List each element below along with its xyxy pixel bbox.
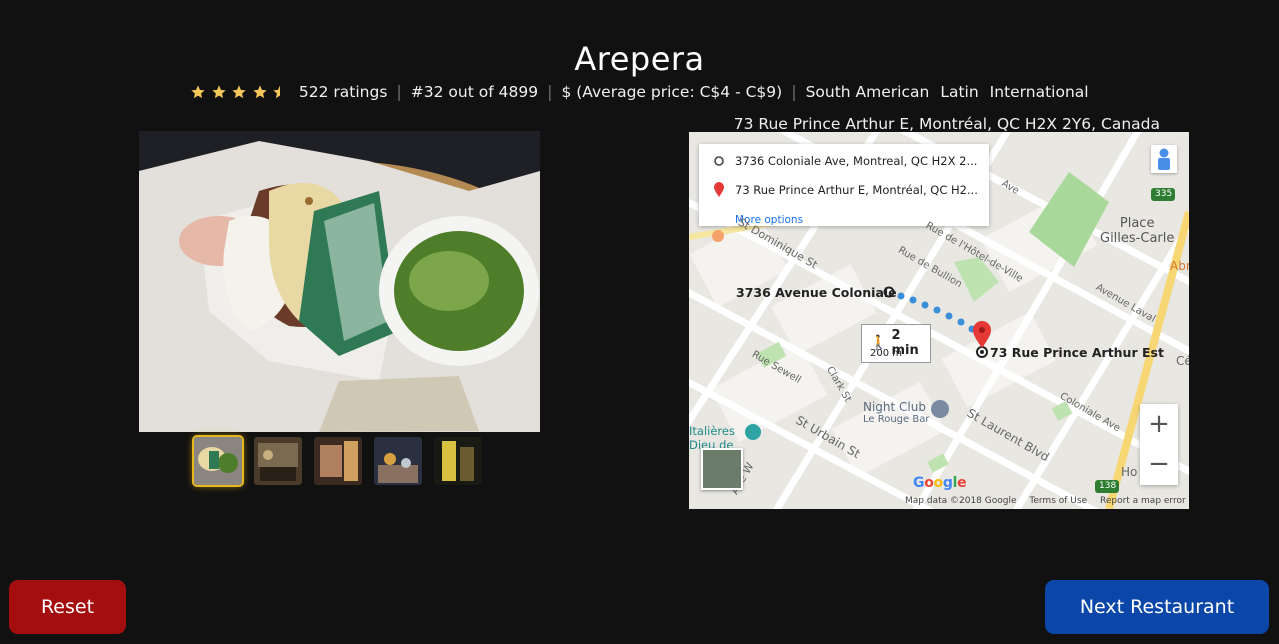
map-footer: Map data ©2018 Google Terms of Use Repor… — [905, 496, 1186, 506]
food-photo-image — [139, 131, 540, 432]
poi-label: Le Rouge Bar — [863, 414, 930, 425]
destination-field[interactable]: 73 Rue Prince Arthur E, Montréal, QC H2.… — [735, 183, 978, 197]
restaurant-address: 73 Rue Prince Arthur E, Montréal, QC H2X… — [733, 115, 1160, 133]
zoom-in-button[interactable]: + — [1140, 404, 1178, 444]
restaurant-rank: #32 out of 4899 — [410, 82, 539, 101]
route-shield: 335 — [1155, 189, 1173, 199]
poi-label: Night Club — [863, 400, 926, 414]
walk-distance: 200 m — [870, 348, 903, 359]
price-range: $ (Average price: C$4 - C$9) — [561, 82, 783, 101]
thumbnail-1[interactable] — [192, 435, 244, 487]
route-shield: 138 — [1099, 481, 1117, 491]
satellite-toggle[interactable] — [701, 448, 743, 490]
directions-map[interactable]: 3736 Coloniale Ave, Montreal, QC H2X 2..… — [689, 132, 1189, 509]
origin-circle-icon — [714, 156, 724, 166]
cuisine-tag: South American — [805, 82, 930, 101]
reset-button[interactable]: Reset — [9, 580, 126, 634]
place-label: Ho — [1121, 465, 1138, 479]
street-view-pegman-icon[interactable] — [1151, 145, 1177, 173]
thumbnail-3[interactable] — [314, 437, 362, 485]
terms-link[interactable]: Terms of Use — [1029, 496, 1087, 506]
thumbnail-5[interactable] — [434, 437, 482, 485]
star-icon — [232, 84, 247, 98]
restaurant-name: Arepera — [574, 40, 705, 78]
star-icon — [212, 84, 226, 98]
star-icon — [253, 84, 267, 98]
origin-row[interactable]: 3736 Coloniale Ave, Montreal, QC H2X 2..… — [713, 154, 977, 168]
zoom-out-button[interactable]: − — [1140, 444, 1178, 484]
destination-row[interactable]: 73 Rue Prince Arthur E, Montréal, QC H2.… — [713, 182, 978, 198]
thumbnail-2[interactable] — [254, 437, 302, 485]
star-rating — [190, 84, 293, 100]
place-label: Cég — [1176, 354, 1189, 368]
origin-field[interactable]: 3736 Coloniale Ave, Montreal, QC H2X 2..… — [735, 154, 977, 168]
report-error-link[interactable]: Report a map error — [1100, 496, 1186, 506]
next-restaurant-button[interactable]: Next Restaurant — [1045, 580, 1269, 634]
place-label: Abre — [1170, 259, 1189, 273]
separator: | — [547, 82, 553, 101]
poi-label: Italières — [689, 424, 735, 438]
google-logo: Google — [913, 475, 967, 491]
half-star-icon — [273, 84, 281, 98]
star-icon — [191, 84, 206, 98]
separator: | — [396, 82, 402, 101]
directions-panel: 3736 Coloniale Ave, Montreal, QC H2X 2..… — [699, 144, 989, 226]
main-photo — [139, 131, 540, 432]
thumbnail-4[interactable] — [374, 437, 422, 485]
cuisine-tag: Latin — [940, 82, 979, 101]
place-label: Place Gilles-Carle — [1100, 216, 1175, 246]
restaurant-info-bar: 522 ratings | #32 out of 4899 | $ (Avera… — [0, 82, 1279, 101]
destination-pin-icon — [714, 182, 724, 197]
walking-time-box: 🚶 2 min 200 m — [861, 324, 931, 363]
destination-map-label: 73 Rue Prince Arthur Est — [990, 345, 1164, 360]
separator: | — [791, 82, 797, 101]
zoom-controls: + − — [1140, 404, 1178, 485]
map-data-text: Map data ©2018 Google — [905, 496, 1017, 506]
ratings-count: 522 ratings — [298, 82, 388, 101]
origin-map-label: 3736 Avenue Coloniale — [736, 285, 897, 300]
cuisine-tag: International — [989, 82, 1089, 101]
thumbnail-strip — [192, 435, 494, 487]
